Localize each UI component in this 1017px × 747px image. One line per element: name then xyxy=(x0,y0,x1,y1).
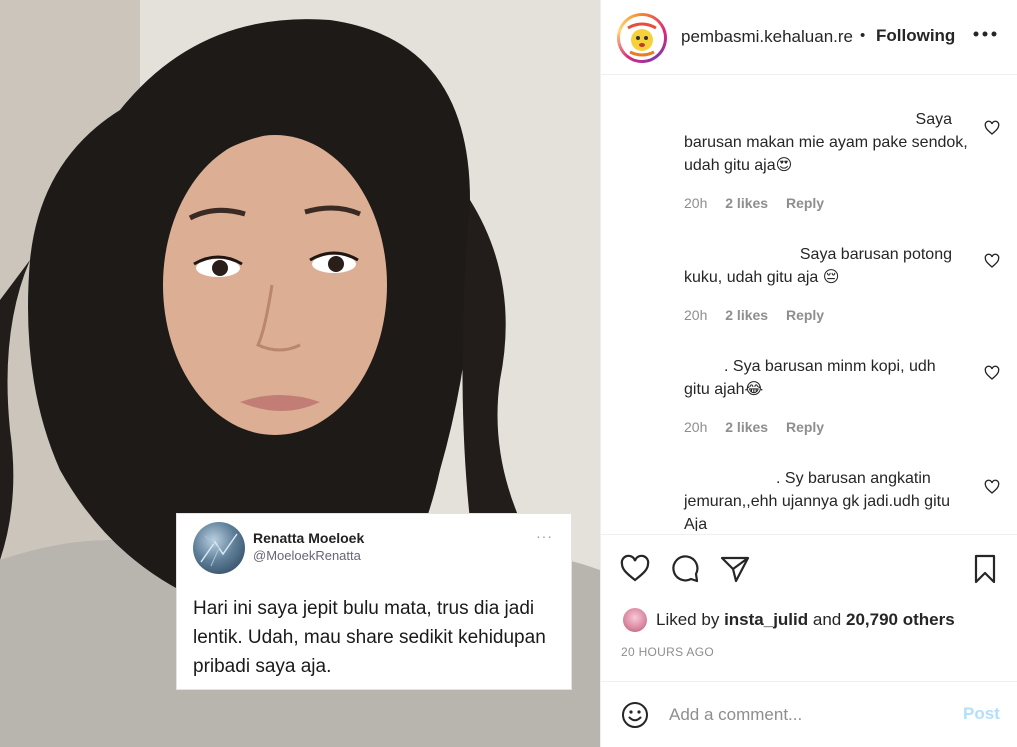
tweet-avatar xyxy=(193,522,245,574)
comment-like-heart-icon[interactable] xyxy=(984,479,1000,495)
comment-input[interactable] xyxy=(669,702,949,728)
comment-time: 20h xyxy=(684,419,708,435)
post-image[interactable]: Renatta Moeloek @MoeloekRenatta ··· Hari… xyxy=(0,0,600,747)
post-header: pembasmi.kehaluan.re • Following xyxy=(601,0,1017,75)
comment-text: Saya barusan potong kuku, udah gitu aja … xyxy=(684,246,952,286)
reply-button[interactable]: Reply xyxy=(786,307,824,323)
comment-text: . Sy barusan angkatin jemuran,,ehh ujann… xyxy=(684,470,950,531)
heart-icon[interactable] xyxy=(619,553,651,585)
comment-icon[interactable] xyxy=(669,553,701,585)
following-button[interactable]: Following xyxy=(876,26,955,46)
comment-meta: 20h 2 likes Reply xyxy=(684,307,838,323)
more-horizontal-icon[interactable] xyxy=(971,24,999,44)
tweet-author-handle: @MoeloekRenatta xyxy=(253,548,361,563)
comment-like-heart-icon[interactable] xyxy=(984,253,1000,269)
tweet-more-icon: ··· xyxy=(536,528,553,544)
tweet-author-name: Renatta Moeloek xyxy=(253,530,365,546)
liked-by-avatar[interactable] xyxy=(623,608,647,632)
tweet-text: Hari ini saya jepit bulu mata, trus dia … xyxy=(193,598,546,677)
comment-meta: 20h 2 likes Reply xyxy=(684,419,838,435)
username-link[interactable]: pembasmi.kehaluan.re xyxy=(681,27,853,47)
liked-by-user-link[interactable]: insta_julid xyxy=(724,610,808,629)
comment-time: 20h xyxy=(684,195,708,211)
likes-count-link[interactable]: 20,790 others xyxy=(846,610,955,629)
comments-list[interactable]: Saya barusan makan mie ayam pake sendok,… xyxy=(601,76,1017,531)
reply-button[interactable]: Reply xyxy=(786,195,824,211)
liked-by-and: and xyxy=(812,610,842,629)
post-timestamp[interactable]: 20 HOURS AGO xyxy=(621,645,714,659)
comment-time: 20h xyxy=(684,307,708,323)
comment-likes[interactable]: 2 likes xyxy=(725,195,768,211)
comment-like-heart-icon[interactable] xyxy=(984,120,1000,136)
bookmark-icon[interactable] xyxy=(969,553,1001,585)
reply-button[interactable]: Reply xyxy=(786,419,824,435)
comment-text: Saya barusan makan mie ayam pake sendok,… xyxy=(684,111,968,174)
profile-picture xyxy=(620,16,664,60)
comment-like-heart-icon[interactable] xyxy=(984,365,1000,381)
add-comment-bar: Post xyxy=(601,681,1017,747)
comment-likes[interactable]: 2 likes xyxy=(725,307,768,323)
liked-by-prefix: Liked by xyxy=(656,610,720,629)
post-side-panel: pembasmi.kehaluan.re • Following Saya ba… xyxy=(600,0,1017,747)
send-icon[interactable] xyxy=(719,553,751,585)
liked-by-text: Liked by insta_julid and 20,790 others xyxy=(656,610,955,630)
post-button[interactable]: Post xyxy=(963,704,1000,724)
separator-dot: • xyxy=(860,27,866,44)
comment-likes[interactable]: 2 likes xyxy=(725,419,768,435)
emoji-icon[interactable] xyxy=(621,701,649,729)
tweet-card: Renatta Moeloek @MoeloekRenatta ··· Hari… xyxy=(176,513,572,690)
comment-meta: 20h 2 likes Reply xyxy=(684,195,838,211)
comment-text: . Sya barusan minm kopi, udh gitu ajah😂 xyxy=(684,358,936,398)
post-actions: Liked by insta_julid and 20,790 others 2… xyxy=(601,534,1017,680)
avatar[interactable] xyxy=(617,13,667,63)
